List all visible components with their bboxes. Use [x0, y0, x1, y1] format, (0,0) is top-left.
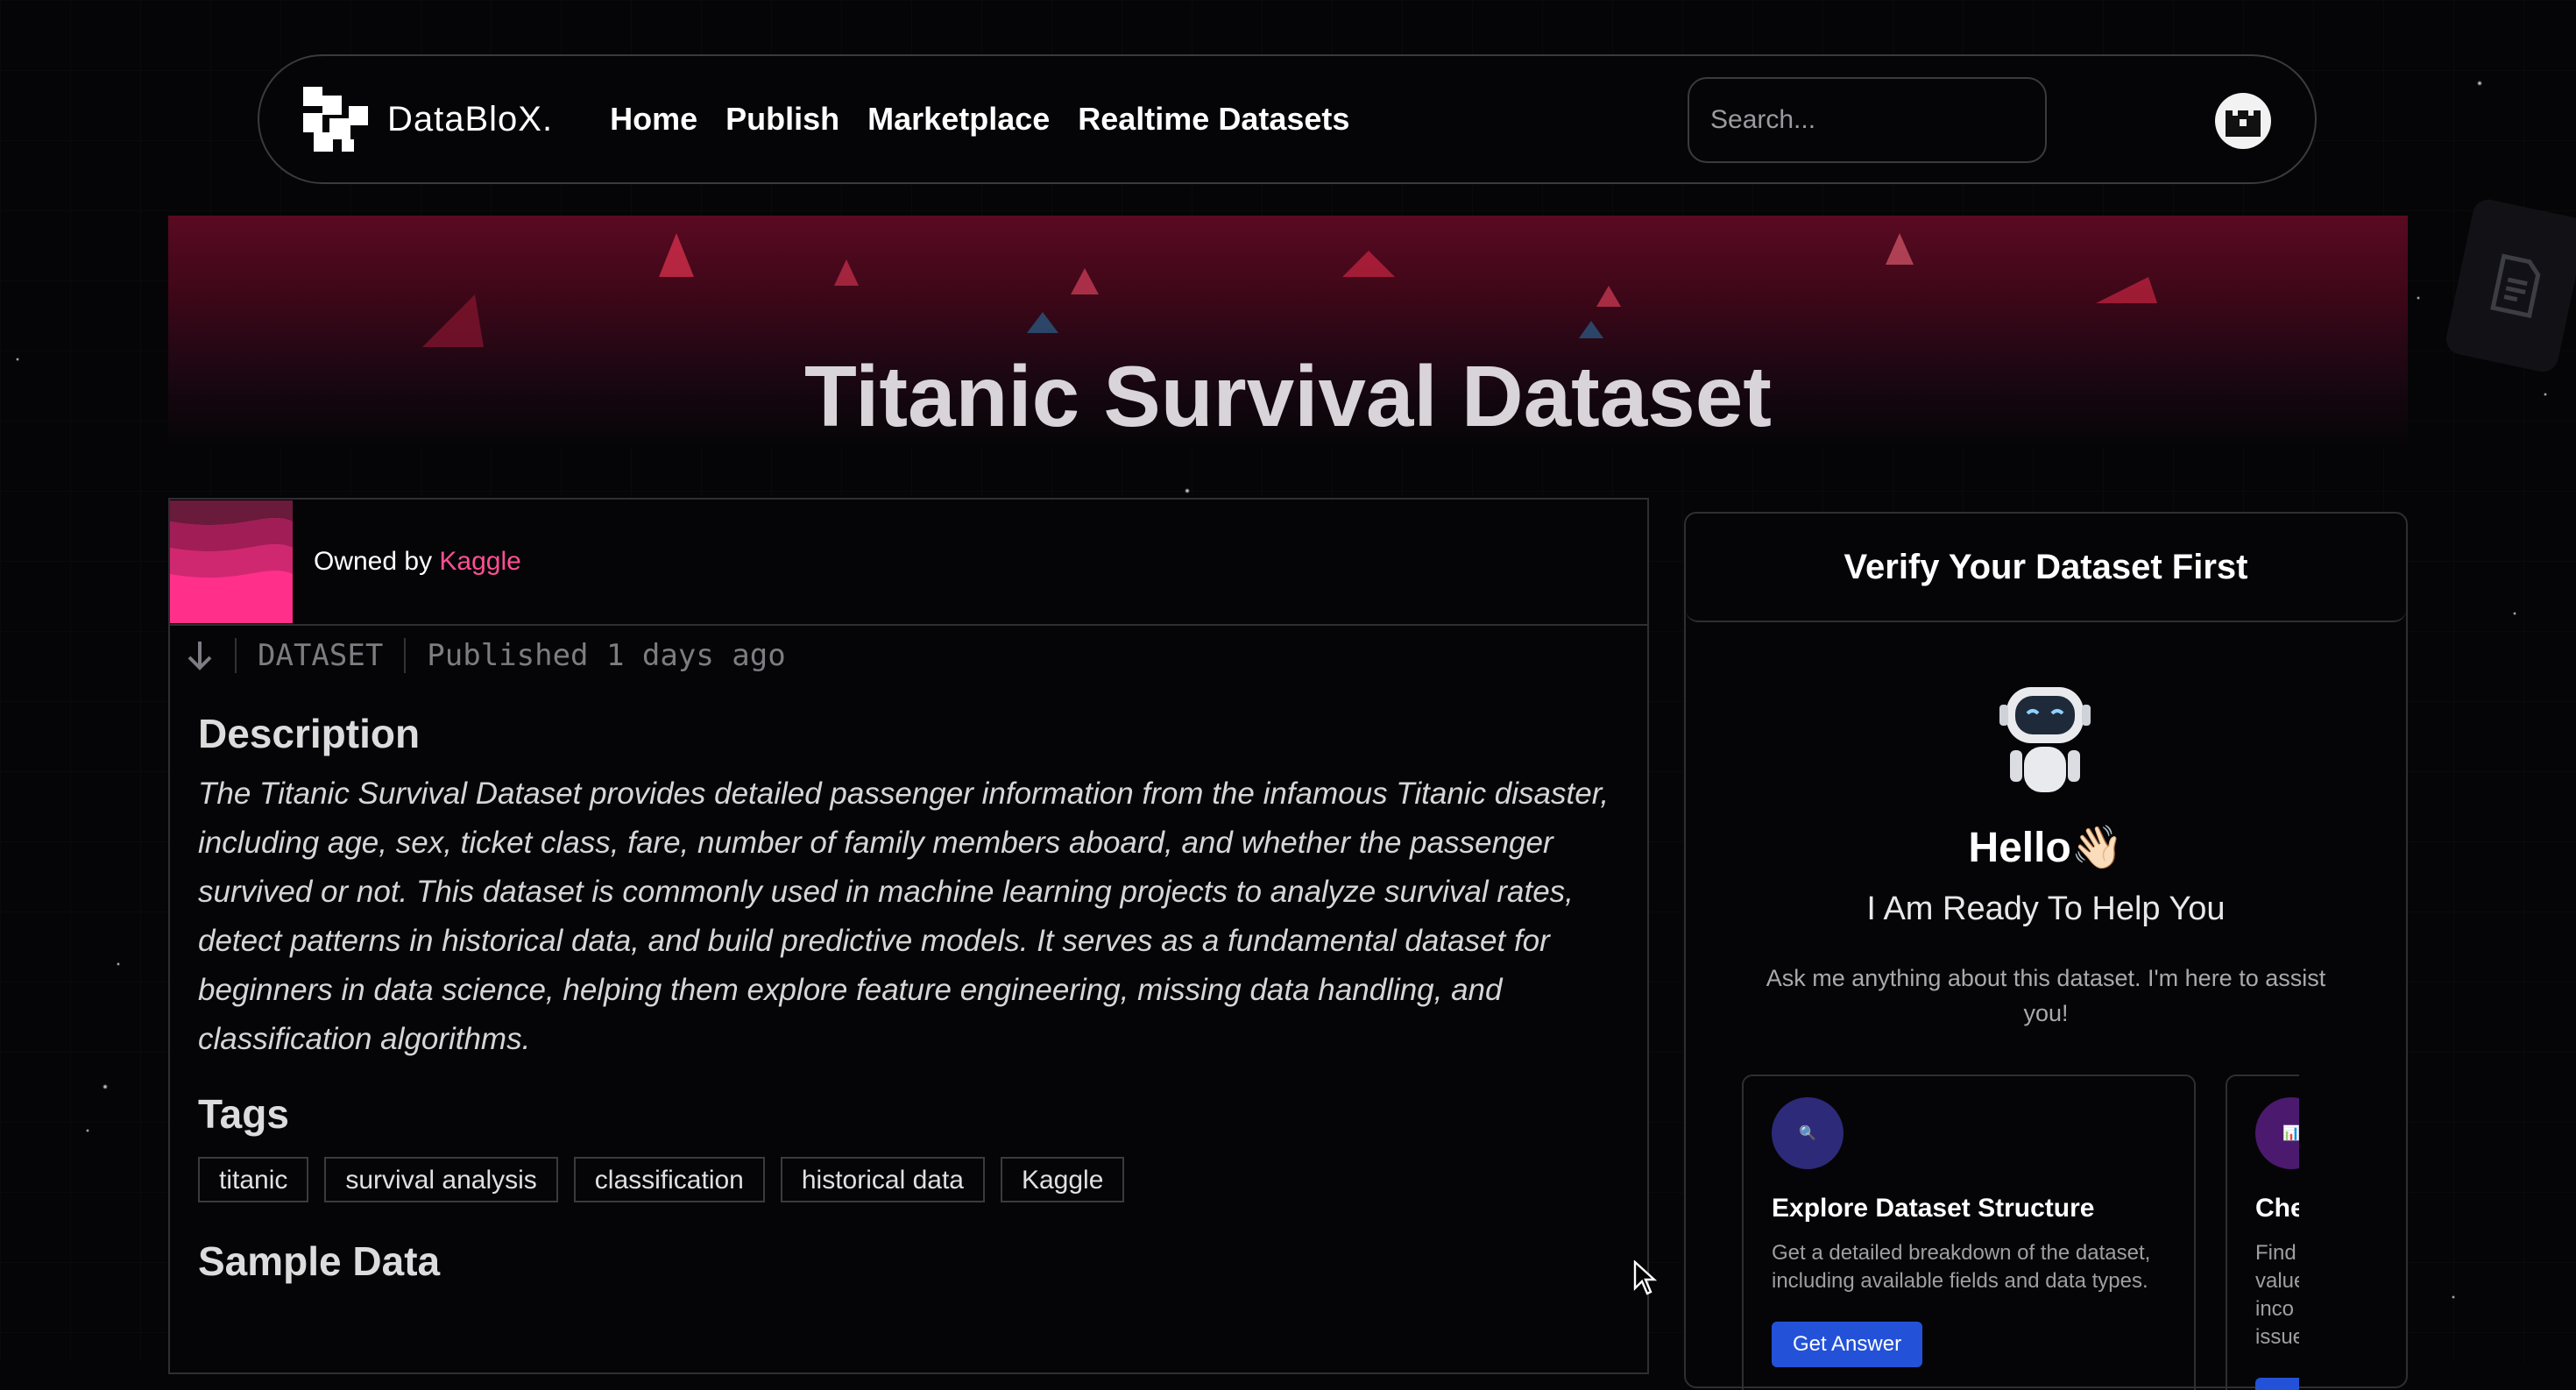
avatar-castle-icon: [2226, 110, 2261, 137]
tag-survival-analysis[interactable]: survival analysis: [324, 1157, 558, 1202]
brand-name: DataBloX: [387, 99, 542, 138]
meta-row: DATASET Published 1 days ago: [170, 626, 1647, 685]
nav-links: Home Publish Marketplace Realtime Datase…: [610, 101, 1349, 138]
dataset-thumbnail: [170, 500, 293, 623]
card-explore-structure[interactable]: 🔍 Explore Dataset Structure Get a detail…: [1742, 1074, 2196, 1390]
nav-marketplace[interactable]: Marketplace: [867, 101, 1050, 138]
search-box: [1688, 77, 2050, 163]
owner-label: Owned by Kaggle: [314, 547, 521, 577]
owner-prefix: Owned by: [314, 547, 433, 576]
assistant-header: Verify Your Dataset First: [1686, 514, 2406, 622]
hero-banner: Titanic Survival Dataset: [168, 216, 2408, 447]
logo-icon: [303, 87, 368, 152]
ask-text: Ask me anything about this dataset. I'm …: [1766, 965, 2326, 1026]
get-answer-button[interactable]: Get Answer: [1772, 1322, 1923, 1367]
card-check-data[interactable]: 📊 Check Da Find out if t values, inco is…: [2226, 1074, 2299, 1390]
suggestion-cards: 🔍 Explore Dataset Structure Get a detail…: [1742, 1074, 2299, 1390]
ready-text: I Am Ready To Help You: [1866, 890, 2226, 927]
top-navbar: DataBloX . Home Publish Marketplace Real…: [258, 54, 2317, 184]
magnifier-icon: 🔍: [1772, 1097, 1844, 1169]
tags-list: titanic survival analysis classification…: [198, 1157, 1647, 1202]
mouse-cursor-icon: [1633, 1260, 1658, 1295]
user-avatar[interactable]: [2215, 93, 2271, 149]
dataset-title: Titanic Survival Dataset: [804, 348, 1772, 444]
nav-realtime-datasets[interactable]: Realtime Datasets: [1078, 101, 1349, 138]
card-title: Check Da: [2255, 1194, 2299, 1223]
card-title: Explore Dataset Structure: [1772, 1194, 2095, 1223]
get-answer-button[interactable]: [2255, 1378, 2299, 1390]
card-description: Get a detailed breakdown of the dataset,…: [1772, 1241, 2151, 1293]
nav-publish[interactable]: Publish: [725, 101, 839, 138]
tag-titanic[interactable]: titanic: [198, 1157, 309, 1202]
dataset-details-panel: Owned by Kaggle DATASET Published 1 days…: [168, 498, 1649, 1374]
nav-home[interactable]: Home: [610, 101, 697, 138]
owner-link[interactable]: Kaggle: [439, 547, 520, 576]
bar-chart-icon: 📊: [2255, 1097, 2299, 1169]
published-date: Published 1 days ago: [427, 638, 786, 673]
brand-dot: .: [541, 99, 553, 138]
tag-historical-data[interactable]: historical data: [780, 1157, 985, 1202]
owner-row: Owned by Kaggle: [170, 500, 1647, 626]
robot-icon: [1996, 677, 2094, 804]
hello-text: Hello👋🏻: [1968, 825, 2124, 871]
download-arrow-icon[interactable]: [186, 640, 214, 671]
description-heading: Description: [198, 711, 421, 756]
dataset-type: DATASET: [258, 638, 384, 673]
tags-heading: Tags: [198, 1091, 289, 1137]
floating-document-icon: [2443, 196, 2576, 375]
tag-kaggle[interactable]: Kaggle: [1000, 1157, 1125, 1202]
sample-data-heading: Sample Data: [198, 1238, 441, 1284]
tag-classification[interactable]: classification: [573, 1157, 765, 1202]
card-description: Find out if t values, inco issues.: [2255, 1241, 2299, 1349]
brand-logo[interactable]: DataBloX .: [303, 87, 552, 152]
description-text: The Titanic Survival Dataset provides de…: [198, 777, 1610, 1056]
search-input[interactable]: [1709, 104, 2050, 136]
assistant-panel: Verify Your Dataset First Hello👋🏻 I Am R…: [1684, 512, 2408, 1390]
